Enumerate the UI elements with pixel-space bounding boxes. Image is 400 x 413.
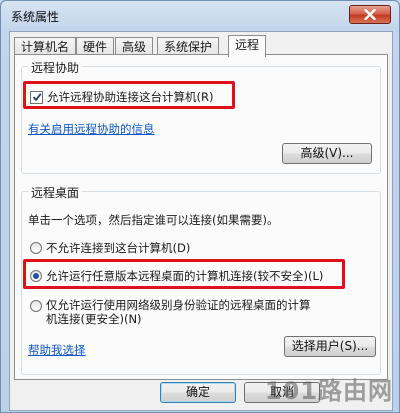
advanced-button[interactable]: 高级(V)... <box>282 143 372 164</box>
dialog-body: 计算机名 硬件 高级 系统保护 远程 远程协助 允许远程协助连接这台计算机(R) <box>9 31 393 411</box>
remote-assistance-info-link[interactable]: 有关启用远程协助的信息 <box>28 121 155 137</box>
highlight-allow-any-version <box>23 259 345 289</box>
watermark-logo: 101路由网 <box>264 377 393 405</box>
title-bar[interactable]: 系统属性 <box>1 1 399 29</box>
radio-allow-nla-only-label: 仅允许运行使用网络级别身份验证的远程桌面的计算 机连接(更安全)(N) <box>46 298 311 326</box>
select-users-button[interactable]: 选择用户(S)... <box>284 336 376 357</box>
remote-assistance-title: 远程协助 <box>28 59 83 76</box>
close-button[interactable] <box>349 5 391 24</box>
tab-remote[interactable]: 远程 <box>228 35 267 57</box>
radio-dont-allow[interactable]: 不允许连接到这台计算机(D) <box>30 240 190 256</box>
remote-desktop-group: 远程桌面 单击一个选项，然后指定谁可以连接(如果需要)。 不允许连接到这台计算机… <box>21 184 381 375</box>
radio-button[interactable] <box>30 300 42 312</box>
radio-dont-allow-label: 不允许连接到这台计算机(D) <box>46 241 191 255</box>
ok-button[interactable]: 确定 <box>160 382 236 403</box>
highlight-allow-remote-assistance <box>23 81 235 109</box>
close-icon <box>364 9 376 20</box>
system-properties-window: 系统属性 计算机名 硬件 高级 系统保护 远程 远程协助 允许远程协助连接这台计… <box>0 0 400 413</box>
remote-desktop-title: 远程桌面 <box>28 184 83 201</box>
window-title: 系统属性 <box>11 10 60 24</box>
radio-allow-nla-only[interactable]: 仅允许运行使用网络级别身份验证的远程桌面的计算 机连接(更安全)(N) <box>30 298 311 326</box>
remote-assistance-group: 远程协助 允许远程协助连接这台计算机(R) 有关启用远程协助的信息 高级(V).… <box>21 59 381 174</box>
remote-tab-panel: 远程协助 允许远程协助连接这台计算机(R) 有关启用远程协助的信息 高级(V).… <box>14 54 388 380</box>
remote-desktop-instruction: 单击一个选项，然后指定谁可以连接(如果需要)。 <box>28 213 279 227</box>
help-me-choose-link[interactable]: 帮助我选择 <box>28 342 86 358</box>
radio-button[interactable] <box>30 242 42 254</box>
